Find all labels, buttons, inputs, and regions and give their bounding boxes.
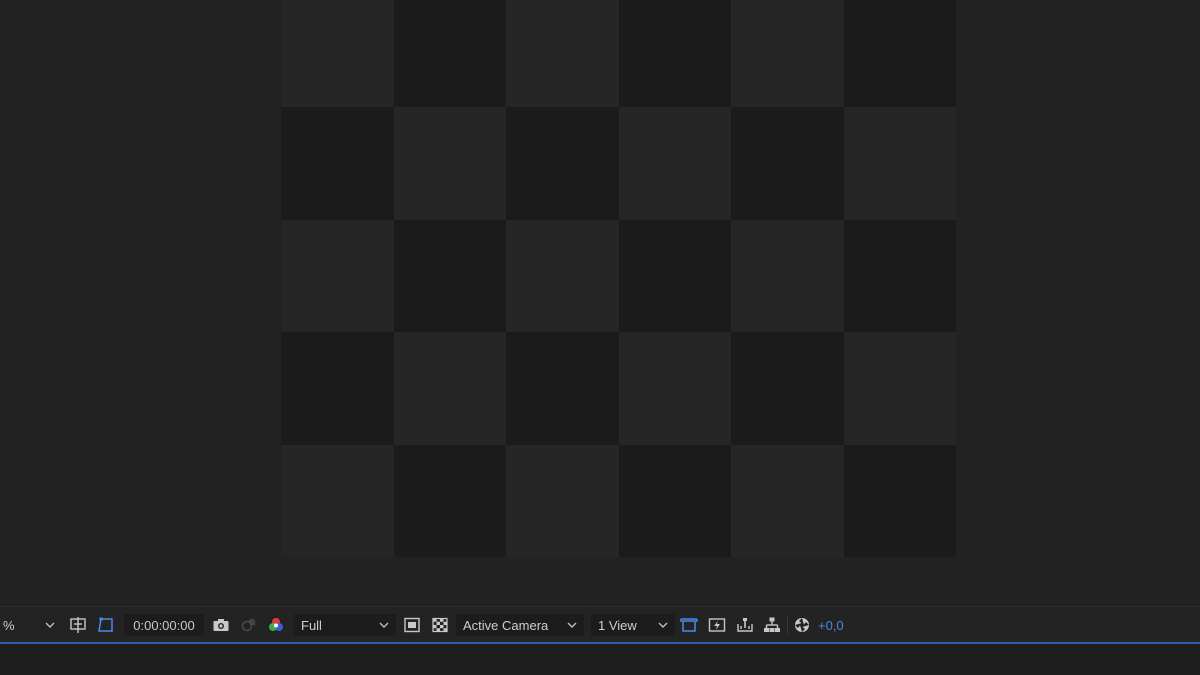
timeline-icon[interactable]: [736, 616, 754, 634]
checker-cell: [731, 0, 844, 108]
composition-viewport[interactable]: [0, 0, 1200, 606]
snapshot-show-icon[interactable]: [240, 616, 258, 634]
checker-cell: [843, 219, 956, 333]
checker-cell: [506, 107, 619, 220]
checker-cell: [618, 219, 731, 333]
checker-cell: [506, 0, 619, 108]
checker-cell: [281, 332, 394, 445]
checker-cell: [393, 444, 506, 557]
camera-icon[interactable]: [212, 616, 230, 634]
flowchart-icon[interactable]: [763, 616, 781, 634]
checker-cell: [393, 332, 506, 445]
chevron-down-icon: [567, 622, 577, 628]
chevron-down-icon: [379, 622, 389, 628]
checker-cell: [843, 107, 956, 220]
transparency-checkerboard: [281, 0, 956, 557]
checker-cell: [281, 107, 394, 220]
resolution-value: Full: [301, 617, 322, 633]
checker-cell: [393, 219, 506, 333]
checker-cell: [281, 0, 394, 108]
exposure-text: +0,0: [818, 617, 844, 633]
magnification-value: %: [3, 617, 15, 633]
camera-view-value: Active Camera: [463, 617, 549, 633]
checker-cell: [393, 107, 506, 220]
checker-cell: [393, 0, 506, 108]
checker-cell: [618, 332, 731, 445]
checker-cell: [281, 444, 394, 557]
view-layout-value: 1 View: [598, 617, 637, 633]
checker-cell: [618, 0, 731, 108]
color-channels-icon[interactable]: [267, 616, 285, 634]
region-of-interest-icon[interactable]: [403, 616, 421, 634]
chevron-down-icon: [45, 622, 55, 628]
checker-cell: [618, 107, 731, 220]
current-time-display[interactable]: 0:00:00:00: [124, 614, 204, 636]
mask-path-icon[interactable]: [97, 616, 115, 634]
reset-exposure-icon[interactable]: [793, 616, 811, 634]
camera-view-dropdown[interactable]: Active Camera: [456, 614, 584, 636]
timeline-panel-header: [0, 644, 1200, 675]
grid-guides-icon[interactable]: [69, 616, 87, 634]
chevron-down-icon: [658, 622, 668, 628]
timecode-value: 0:00:00:00: [133, 617, 195, 633]
viewer-toolbar: % 0:00:00:00 Full Active Camera 1 View +…: [0, 606, 1200, 642]
magnification-dropdown[interactable]: %: [0, 614, 62, 636]
checker-cell: [843, 444, 956, 557]
transparency-grid-icon[interactable]: [431, 616, 449, 634]
checker-cell: [731, 219, 844, 333]
toolbar-separator: [787, 616, 788, 634]
checker-cell: [731, 107, 844, 220]
checker-cell: [281, 219, 394, 333]
checker-cell: [618, 444, 731, 557]
checker-cell: [506, 444, 619, 557]
checker-cell: [506, 332, 619, 445]
fast-previews-icon[interactable]: [708, 616, 726, 634]
exposure-value[interactable]: +0,0: [818, 607, 844, 643]
checker-cell: [506, 219, 619, 333]
resolution-dropdown[interactable]: Full: [294, 614, 396, 636]
draft-3d-icon[interactable]: [680, 616, 698, 634]
composition-viewer-app: % 0:00:00:00 Full Active Camera 1 View +…: [0, 0, 1200, 675]
checker-cell: [731, 332, 844, 445]
checker-cell: [843, 0, 956, 108]
checker-cell: [843, 332, 956, 445]
view-layout-dropdown[interactable]: 1 View: [591, 614, 675, 636]
checker-cell: [731, 444, 844, 557]
